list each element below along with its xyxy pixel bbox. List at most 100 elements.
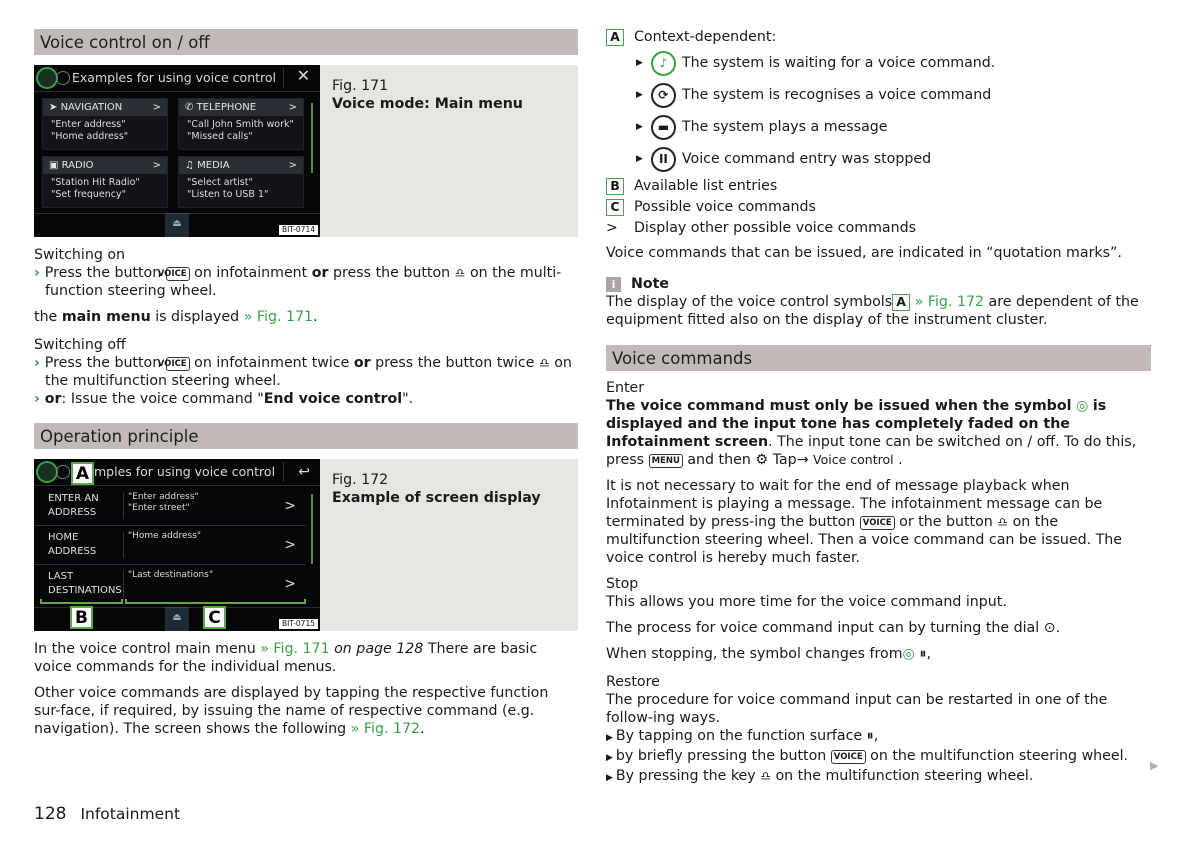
scrollbar[interactable]	[311, 494, 313, 564]
infotainment-screen-main-menu: Examples for using voice control ✕ ➤ NAV…	[34, 65, 320, 237]
figure-172: mples for using voice control ↩ ENTER AN…	[34, 459, 578, 631]
restore-bullet-1: ▶ By tapping on the function surface ⏸,	[606, 728, 879, 744]
tile-label: MEDIA	[197, 160, 230, 171]
link-fig-172[interactable]: » Fig. 172	[351, 721, 420, 737]
paragraph-stop-2: The process for voice command input can …	[606, 620, 1061, 636]
chevron-right-icon: >	[606, 219, 618, 236]
tile-label: RADIO	[61, 160, 94, 171]
tile-navigation[interactable]: ➤ NAVIGATION > "Enter address" "Home addre…	[42, 98, 168, 150]
legend-text: Available list entries	[634, 177, 778, 194]
legend-b: B Available list entries	[606, 175, 1151, 196]
collapse-button[interactable]: ⏏	[165, 213, 189, 237]
chapter-title: Infotainment	[80, 805, 181, 823]
restore-bullet-2: ▶ by briefly pressing the button VOICE on…	[606, 748, 1129, 764]
paragraph-main-menu-info: In the voice control main menu » Fig. 17…	[34, 641, 538, 675]
voice-command-text: "Call John Smith work"	[187, 119, 294, 130]
tile-media[interactable]: ♫ MEDIA > "Select artist" "Listen to USB 1…	[178, 156, 304, 208]
figure-code: BIT-0714	[278, 225, 318, 235]
voice-waiting-icon	[36, 67, 58, 89]
label-box-a: A	[892, 294, 911, 311]
section-header-operation-principle: Operation principle	[34, 423, 578, 449]
voice-command-text: "Home address"	[128, 531, 202, 541]
voice-command-text: "Station Hit Radio"	[51, 177, 140, 188]
dial-icon: ⊙	[1043, 620, 1056, 636]
list-item[interactable]: ENTER AN ADDRESS "Enter address" "Enter st…	[34, 487, 306, 526]
voice-recognising-icon: ⟳	[650, 82, 676, 108]
restore-bullet-3: ▶ By pressing the key ♎ on the multifunct…	[606, 768, 1034, 784]
voice-command-text: "Last destinations"	[128, 570, 214, 580]
infotainment-screen-example: mples for using voice control ↩ ENTER AN…	[34, 459, 320, 631]
navigation-arrow-icon: ➤	[49, 102, 61, 113]
paragraph-stop-3: When stopping, the symbol changes from◎ …	[606, 646, 932, 662]
music-note-icon: ♫	[185, 160, 198, 171]
note-text: The display of the voice control symbols…	[606, 294, 1139, 328]
figure-171: Examples for using voice control ✕ ➤ NAV…	[34, 65, 578, 237]
voice-waiting-icon: ♪	[650, 50, 676, 76]
list-item[interactable]: HOME ADDRESS "Home address" >	[34, 526, 306, 565]
list-label: ENTER AN	[48, 493, 99, 504]
steering-voice-icon: ♎	[454, 266, 466, 280]
voice-key-icon: VOICE	[158, 357, 190, 371]
screen-title: mples for using voice control	[94, 464, 276, 479]
chevron-right-icon: >	[284, 537, 296, 553]
bullet-switching-off-1: › Press the button VOICE on infotainment…	[34, 355, 572, 389]
list-label: DESTINATIONS	[48, 585, 122, 596]
chevron-right-icon: >	[284, 498, 296, 514]
label-box-a: A	[606, 28, 624, 46]
legend-text: Possible voice commands	[634, 198, 816, 215]
back-arrow-icon[interactable]: ↩	[298, 463, 310, 481]
figure-caption: Fig. 172 Example of screen display	[320, 459, 541, 631]
heading-switching-on: Switching on	[34, 247, 126, 263]
chevron-right-icon: >	[288, 160, 297, 171]
pause-icon: ⏸	[866, 728, 874, 744]
tile-telephone[interactable]: ✆ TELEPHONE > "Call John Smith work" "Miss…	[178, 98, 304, 150]
legend-gt: > Display other possible voice commands	[606, 217, 1151, 238]
title-separator	[283, 462, 284, 482]
tile-label: NAVIGATION	[60, 102, 123, 113]
screen-footer: ⏏	[34, 213, 320, 237]
voice-command-text: "Enter address"	[51, 119, 126, 130]
link-fig-171[interactable]: » Fig. 171	[244, 309, 313, 325]
tile-radio[interactable]: ▣ RADIO > "Station Hit Radio" "Set frequen…	[42, 156, 168, 208]
voice-key-icon: VOICE	[830, 750, 866, 764]
bullet-switching-on: › Press the button VOICE on infotainment…	[34, 265, 562, 299]
radio-icon: ▣	[49, 160, 62, 171]
figure-code: BIT-0715	[278, 619, 318, 629]
legend-c: C Possible voice commands	[606, 196, 1151, 217]
voice-key-icon: VOICE	[158, 267, 190, 281]
voice-command-text: "Listen to USB 1"	[187, 189, 269, 200]
figure-number: Fig. 172	[332, 472, 389, 488]
legend-text: The system is waiting for a voice comman…	[681, 55, 996, 71]
collapse-button[interactable]: ⏏	[165, 607, 189, 631]
heading-switching-off: Switching off	[34, 337, 126, 353]
link-fig-171[interactable]: » Fig. 171	[260, 641, 329, 657]
voice-command-text: "Enter address"	[128, 492, 199, 502]
legend-a-item: ▶ ▬ The system plays a message	[606, 111, 1151, 143]
steering-voice-icon: ♎	[538, 356, 550, 370]
legend-a-item: ▶ ♪ The system is waiting for a voice comm…	[606, 47, 1151, 79]
list-label: ADDRESS	[48, 507, 97, 518]
link-fig-172[interactable]: » Fig. 172	[915, 294, 984, 310]
legend-a-item: ▶ ⟳ The system is recognises a voice comma…	[606, 79, 1151, 111]
settings-icon: ⚙	[755, 452, 769, 468]
legend-text: Context-dependent:	[634, 28, 777, 45]
legend-text: The system plays a message	[681, 119, 888, 135]
scrollbar[interactable]	[311, 103, 313, 173]
info-icon: i	[606, 276, 621, 292]
figure-caption: Fig. 171 Voice mode: Main menu	[320, 65, 523, 237]
screen-title: Examples for using voice control	[72, 70, 276, 85]
title-separator	[283, 68, 284, 88]
legend-a: A Context-dependent:	[606, 26, 1151, 47]
callout-b: B	[70, 606, 93, 629]
voice-command-text: "Select artist"	[187, 177, 253, 188]
right-column: A Context-dependent: ▶ ♪ The system is wait…	[606, 26, 1151, 787]
voice-command-text: "Home address"	[51, 131, 129, 142]
legend-a-item: ▶ II Voice command entry was stopped	[606, 143, 1151, 175]
close-icon[interactable]: ✕	[297, 67, 310, 85]
chevron-right-icon: >	[152, 160, 161, 171]
list-label: ADDRESS	[48, 546, 97, 557]
pause-icon: II	[650, 146, 676, 172]
callout-a: A	[71, 462, 94, 485]
voice-recognising-icon	[56, 71, 70, 85]
figure-number: Fig. 171	[332, 78, 389, 94]
